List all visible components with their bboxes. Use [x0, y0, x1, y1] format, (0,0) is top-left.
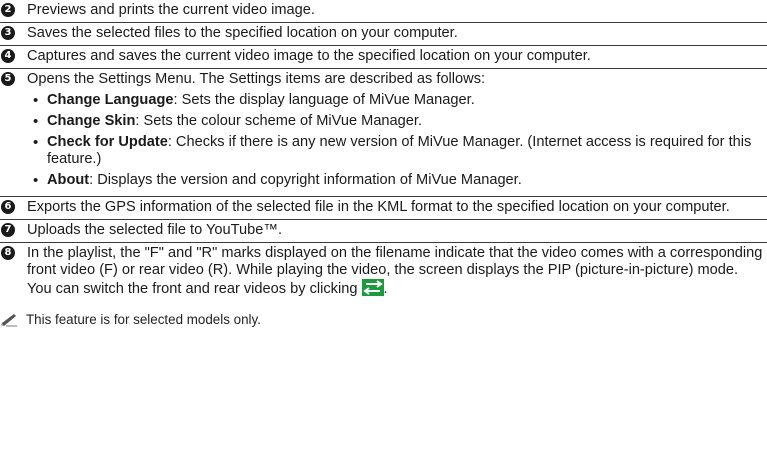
- bullet-term: About: [47, 172, 90, 188]
- item-3: 3 Saves the selected files to the specif…: [0, 23, 767, 46]
- bullet-item: Change Language: Sets the display langua…: [27, 92, 763, 109]
- item-6: 6 Exports the GPS information of the sel…: [0, 197, 767, 220]
- item-content: In the playlist, the "F" and "R" marks d…: [27, 245, 767, 298]
- bullet-desc: : Sets the colour scheme of MiVue Manage…: [135, 113, 423, 129]
- item-text: Previews and prints the current video im…: [27, 2, 315, 18]
- note: This feature is for selected models only…: [0, 311, 767, 328]
- step-number: 2: [1, 3, 15, 17]
- bullet-item: Check for Update: Checks if there is any…: [27, 134, 763, 168]
- item-2: 2 Previews and prints the current video …: [0, 0, 767, 23]
- item-text: Exports the GPS information of the selec…: [27, 199, 730, 215]
- bullet-desc: : Sets the display language of MiVue Man…: [173, 92, 475, 108]
- note-text: This feature is for selected models only…: [26, 312, 261, 327]
- item-7: 7 Uploads the selected file to YouTube™.: [0, 220, 767, 243]
- step-number: 8: [1, 246, 15, 260]
- item-8: 8 In the playlist, the "F" and "R" marks…: [0, 243, 767, 301]
- item-5: 5 Opens the Settings Menu. The Settings …: [0, 69, 767, 197]
- item-text: Saves the selected files to the specifie…: [27, 25, 458, 41]
- item-text-end: .: [383, 281, 388, 297]
- step-number: 4: [1, 49, 15, 63]
- settings-list: Change Language: Sets the display langua…: [27, 92, 763, 189]
- note-pen-icon: [1, 313, 17, 326]
- step-number: 5: [1, 72, 15, 86]
- step-number: 7: [1, 223, 15, 237]
- bullet-term: Change Language: [47, 92, 174, 108]
- step-number: 3: [1, 26, 15, 40]
- bullet-desc: : Displays the version and copyright inf…: [89, 172, 522, 188]
- bullet-item: Change Skin: Sets the colour scheme of M…: [27, 113, 763, 130]
- bullet-term: Change Skin: [47, 113, 136, 129]
- bullet-item: About: Displays the version and copyrigh…: [27, 172, 763, 189]
- item-text: In the playlist, the "F" and "R" marks d…: [27, 245, 763, 297]
- step-number: 6: [1, 200, 15, 214]
- item-content: Opens the Settings Menu. The Settings it…: [27, 71, 767, 193]
- item-4: 4 Captures and saves the current video i…: [0, 46, 767, 69]
- swap-arrows-icon: [361, 279, 384, 296]
- item-text: Captures and saves the current video ima…: [27, 48, 591, 64]
- item-text: Opens the Settings Menu. The Settings it…: [27, 71, 486, 87]
- item-text: Uploads the selected file to YouTube™.: [27, 222, 283, 238]
- manual-page: 2 Previews and prints the current video …: [0, 0, 767, 458]
- bullet-term: Check for Update: [47, 134, 168, 150]
